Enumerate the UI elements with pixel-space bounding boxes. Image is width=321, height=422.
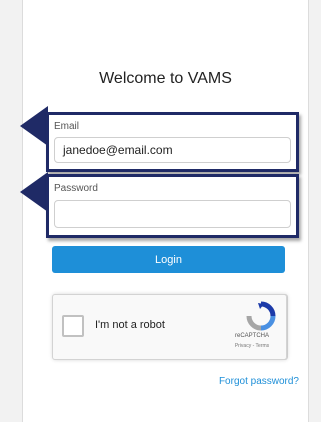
forgot-password-link[interactable]: Forgot password? [219, 376, 299, 387]
email-pointer-arrow [20, 106, 48, 146]
recaptcha-checkbox[interactable] [62, 315, 84, 337]
recaptcha-brand: reCAPTCHA [234, 333, 269, 339]
recaptcha-label: I'm not a robot [95, 319, 165, 331]
email-field[interactable]: janedoe@email.com [54, 137, 291, 163]
email-field-highlight: Email janedoe@email.com [46, 112, 299, 172]
password-field-highlight: Password [46, 174, 299, 238]
password-field[interactable] [54, 200, 291, 228]
password-label: Password [54, 183, 98, 194]
page-title: Welcome to VAMS [99, 70, 232, 87]
password-pointer-arrow [20, 172, 48, 212]
recaptcha-icon [246, 301, 276, 331]
login-button[interactable]: Login [52, 246, 285, 273]
recaptcha-privacy-terms[interactable]: Privacy - Terms [222, 343, 282, 349]
email-label: Email [54, 121, 80, 132]
recaptcha-box: I'm not a robot reCAPTCHA Privacy - Term… [52, 294, 287, 360]
